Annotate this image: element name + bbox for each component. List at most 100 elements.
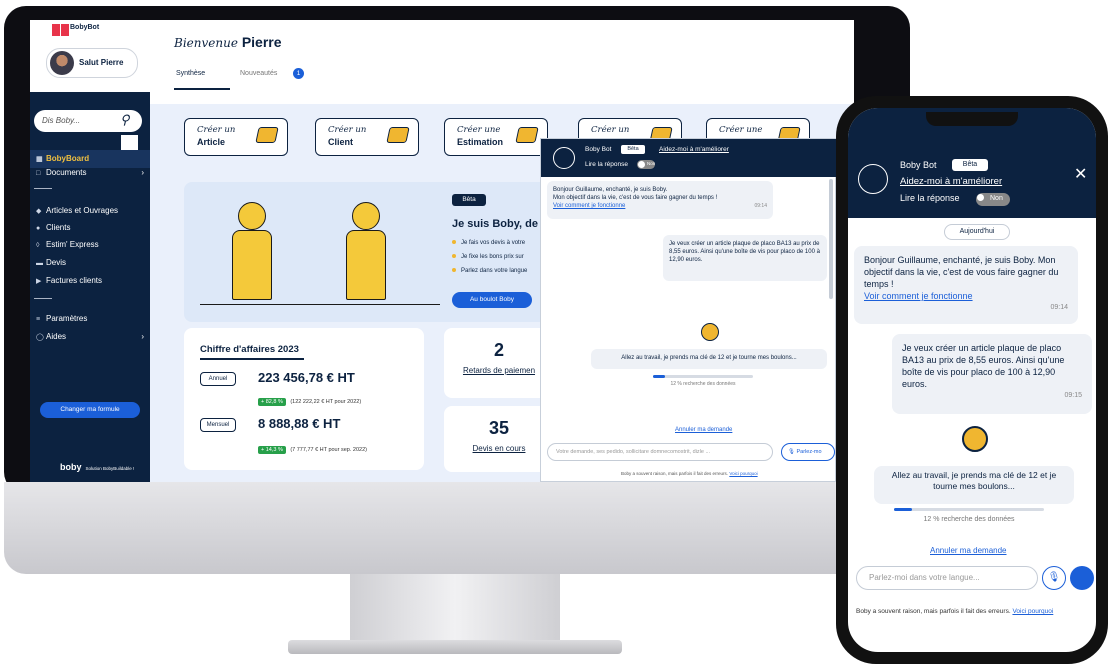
read-aloud-toggle[interactable]: Non: [637, 160, 655, 169]
speak-button[interactable]: 🎙 Parlez-mo: [781, 443, 835, 461]
how-it-works-link[interactable]: Voir comment je fonctionne: [553, 203, 625, 209]
chat-title: Boby Bot: [585, 146, 612, 153]
sidebar: BobyBot Salut Pierre Dis Boby... ⚲ ▦ Boby…: [30, 20, 150, 482]
monitor-chin: [4, 482, 910, 574]
search-placeholder: Dis Boby...: [42, 116, 81, 125]
late-payments-card[interactable]: 2 Retards de paiemen: [444, 328, 554, 398]
divider: [34, 188, 52, 189]
revenue-card: Chiffre d'affaires 2023 Annuel 223 456,7…: [184, 328, 424, 470]
improve-link[interactable]: Aidez-moi à m'améliorer: [659, 146, 729, 153]
tab-nouveautes[interactable]: Nouveautés: [240, 70, 277, 77]
sidebar-item-estim-express[interactable]: ◊ Estim' Express: [30, 236, 150, 254]
page-header: Bienvenue Pierre Synthèse Nouveautés 1: [150, 20, 854, 104]
brick-icon: [255, 127, 279, 143]
invoice-icon: ▶: [36, 278, 42, 285]
chat-title: Boby Bot: [900, 160, 937, 170]
sidebar-item-documents[interactable]: □ Documents ›: [30, 164, 150, 182]
disclaimer: Boby a souvent raison, mais parfois il f…: [856, 608, 1054, 615]
period-monthly[interactable]: Mensuel: [200, 418, 236, 432]
bot-message: Bonjour Guillaume, enchanté, je suis Bob…: [547, 181, 773, 219]
footer-brand: boby Solution BobyBuildable !: [60, 462, 135, 472]
boby-intro-banner: Bêta Je suis Boby, de c Je fais vos devi…: [184, 182, 564, 322]
why-link[interactable]: Voici pourquoi: [1012, 608, 1053, 615]
builder-illustration-right: [334, 194, 398, 304]
bot-message: Bonjour Guillaume, enchanté, je suis Bob…: [854, 246, 1078, 324]
robot-icon: [858, 164, 888, 194]
user-greeting: Salut Pierre: [79, 58, 124, 67]
send-button[interactable]: [1070, 566, 1094, 590]
late-payments-link[interactable]: Retards de paiemen: [444, 366, 554, 375]
progress-fill: [894, 508, 912, 511]
why-link[interactable]: Voici pourquoi: [729, 471, 757, 476]
phone-notch: [926, 112, 1018, 126]
change-badge: + 14,3 %: [258, 446, 286, 454]
sidebar-item-parametres[interactable]: ≡ Paramètres: [30, 310, 150, 328]
create-estimation-button[interactable]: Créer une Estimation: [444, 118, 548, 156]
hero-bullet: Parlez dans votre langue: [452, 268, 527, 274]
mic-icon: 🎙: [788, 449, 795, 455]
chat-window: Boby Bot Bêta Aidez-moi à m'améliorer Li…: [540, 138, 837, 482]
user-card[interactable]: Salut Pierre: [46, 48, 138, 78]
quotes-card[interactable]: 35 Devis en cours: [444, 406, 554, 472]
cancel-request-link[interactable]: Annuler ma demande: [675, 427, 732, 433]
builder-illustration-left: [220, 194, 284, 304]
change-plan-button[interactable]: Changer ma formule: [40, 402, 140, 418]
page-title: Bienvenue Pierre: [174, 34, 282, 50]
close-icon[interactable]: ✕: [1074, 164, 1087, 184]
hero-bullet: Je fixe les bons prix sur: [452, 254, 524, 260]
late-payments-count: 2: [493, 340, 504, 360]
improve-link[interactable]: Aidez-moi à m'améliorer: [900, 176, 1002, 187]
illustration-ground: [200, 304, 440, 305]
start-boby-button[interactable]: Au boulot Boby: [452, 292, 532, 308]
mobile-chat: Boby Bot Bêta Aidez-moi à m'améliorer Li…: [848, 108, 1096, 652]
tab-synthese[interactable]: Synthèse: [176, 70, 205, 77]
app-logo[interactable]: BobyBot: [52, 24, 128, 38]
search-input[interactable]: Dis Boby... ⚲: [34, 110, 142, 132]
sidebar-item-devis[interactable]: ▬ Devis: [30, 254, 150, 272]
create-article-button[interactable]: Créer un Article: [184, 118, 288, 156]
chat-scrollbar[interactable]: [829, 179, 833, 299]
chat-input[interactable]: Parlez-moi dans votre langue...: [856, 566, 1038, 590]
file-icon: ▬: [36, 260, 43, 267]
read-aloud-label: Lire la réponse: [585, 161, 628, 168]
monitor-base: [288, 640, 622, 654]
sidebar-item-aides[interactable]: ◯ Aides ›: [30, 328, 150, 346]
period-annual[interactable]: Annuel: [200, 372, 236, 386]
quotes-link[interactable]: Devis en cours: [444, 444, 554, 453]
beta-badge: Bêta: [621, 145, 645, 154]
progress-fill: [653, 375, 665, 378]
sidebar-item-factures[interactable]: ▶ Factures clients: [30, 272, 150, 290]
brick-icon: [386, 127, 410, 143]
sidebar-item-articles[interactable]: ◆ Articles et Ouvrages: [30, 202, 150, 220]
sidebar-item-clients[interactable]: ● Clients: [30, 219, 150, 237]
beta-badge: Bêta: [952, 159, 988, 171]
collapse-sidebar-icon[interactable]: «: [142, 90, 149, 104]
how-it-works-link[interactable]: Voir comment je fonctionne: [864, 291, 973, 301]
hero-bullet: Je fais vos devis à votre: [452, 240, 525, 246]
create-client-button[interactable]: Créer un Client: [315, 118, 419, 156]
cancel-request-link[interactable]: Annuler ma demande: [930, 546, 1007, 555]
user-message: Je veux créer un article plaque de placo…: [663, 235, 827, 281]
progress-label: 12 % recherche des données: [923, 516, 1015, 523]
divider: [34, 298, 52, 299]
read-aloud-toggle[interactable]: Non: [976, 193, 1010, 206]
chevron-right-icon: ›: [141, 332, 144, 341]
help-icon: ◯: [36, 334, 44, 341]
search-icon[interactable]: ⚲: [120, 112, 130, 128]
date-chip: Aujourd'hui: [944, 224, 1010, 240]
monitor-stand: [350, 574, 560, 644]
annual-amount: 223 456,78 € HT: [258, 370, 355, 385]
chat-header: Boby Bot Bêta Aidez-moi à m'améliorer Li…: [541, 139, 837, 177]
hero-title: Je suis Boby, de c: [452, 218, 548, 230]
chat-input[interactable]: Votre demande, ses pedido, sollicitare d…: [547, 443, 773, 461]
working-message: Allez au travail, je prends ma clé de 12…: [874, 466, 1074, 504]
document-icon: □: [36, 170, 41, 177]
mic-icon[interactable]: 🎙: [1042, 566, 1066, 590]
revenue-title: Chiffre d'affaires 2023: [200, 344, 299, 355]
read-aloud-label: Lire la réponse: [900, 193, 960, 203]
user-message: Je veux créer un article plaque de placo…: [892, 334, 1092, 414]
diamond-icon: ◊: [36, 242, 40, 249]
sidebar-header: BobyBot Salut Pierre: [30, 20, 150, 92]
progress-bar: [653, 375, 753, 378]
change-badge: + 82,8 %: [258, 398, 286, 406]
